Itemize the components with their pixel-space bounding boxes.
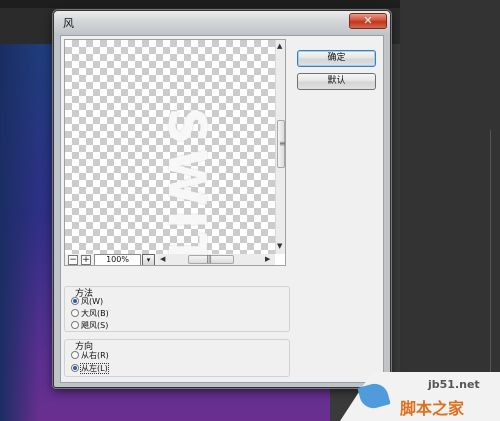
grip-icon: ≡	[279, 139, 286, 148]
ok-button[interactable]: 确定	[297, 50, 376, 67]
method-option-wind[interactable]: 风(W)	[71, 296, 103, 307]
direction-option-from-right[interactable]: 从右(R)	[71, 350, 109, 361]
watermark-name: 脚本之家	[400, 399, 465, 418]
method-group: 方法 风(W) 大风(B) 飓风(S)	[64, 286, 290, 332]
method-option-stagger[interactable]: 飓风(S)	[71, 320, 108, 331]
vertical-scroll-thumb[interactable]: ≡	[277, 120, 285, 168]
chevron-down-icon: ▾	[146, 256, 151, 264]
scroll-down-icon[interactable]: ▼	[277, 242, 282, 250]
zoom-controls: − + 100% ▾	[65, 254, 158, 265]
scroll-right-icon[interactable]: ▶	[265, 255, 270, 263]
direction-group: 方向 从右(R) 从左(L)	[64, 339, 290, 377]
dialog-titlebar[interactable]: 风 ✕	[54, 11, 390, 33]
zoom-in-button[interactable]: +	[81, 255, 91, 265]
radio-button[interactable]	[71, 297, 79, 305]
radio-label: 从右(R)	[81, 351, 109, 360]
radio-button[interactable]	[71, 321, 79, 329]
panel-divider	[490, 130, 491, 410]
close-button[interactable]: ✕	[349, 13, 387, 29]
preview-horizontal-scrollbar[interactable]: ◀ ||| ▶	[158, 254, 275, 265]
preview-wind-text-image: SWIT	[155, 107, 216, 266]
zoom-dropdown-button[interactable]: ▾	[142, 254, 155, 265]
horizontal-scroll-thumb[interactable]: |||	[188, 254, 234, 264]
default-button[interactable]: 默认	[297, 73, 376, 90]
close-icon: ✕	[363, 14, 373, 27]
scroll-left-icon[interactable]: ◀	[160, 255, 165, 263]
grip-icon: |||	[206, 254, 212, 263]
dialog-title: 风	[63, 17, 74, 30]
direction-option-from-left[interactable]: 从左(L)	[71, 363, 109, 374]
filter-preview[interactable]: SWIT ▲ ≡ ▼ − + 100% ▾ ◀ ||| ▶	[64, 39, 286, 266]
radio-label: 大风(B)	[81, 309, 109, 318]
wind-filter-dialog: 风 ✕ SWIT ▲ ≡ ▼ − + 100% ▾ ◀ ||| ▶ 确定 默认 …	[53, 10, 391, 388]
radio-button[interactable]	[71, 351, 79, 359]
preview-transparency-grid[interactable]: SWIT	[65, 40, 275, 265]
document-canvas-edge	[0, 44, 40, 421]
zoom-out-button[interactable]: −	[68, 255, 78, 265]
radio-label: 风(W)	[81, 297, 104, 306]
method-option-blast[interactable]: 大风(B)	[71, 308, 109, 319]
watermark-site: jb51.net	[428, 378, 480, 391]
radio-label: 从左(L)	[80, 363, 109, 374]
zoom-level-field[interactable]: 100%	[94, 254, 141, 265]
workspace-right-panel	[400, 0, 500, 421]
radio-button[interactable]	[71, 364, 79, 372]
scroll-up-icon[interactable]: ▲	[277, 42, 282, 50]
radio-button[interactable]	[71, 309, 79, 317]
dialog-client-area: SWIT ▲ ≡ ▼ − + 100% ▾ ◀ ||| ▶ 确定 默认 方法 风…	[60, 35, 384, 383]
radio-label: 飓风(S)	[81, 321, 109, 330]
preview-vertical-scrollbar[interactable]: ▲ ≡ ▼	[275, 40, 285, 254]
